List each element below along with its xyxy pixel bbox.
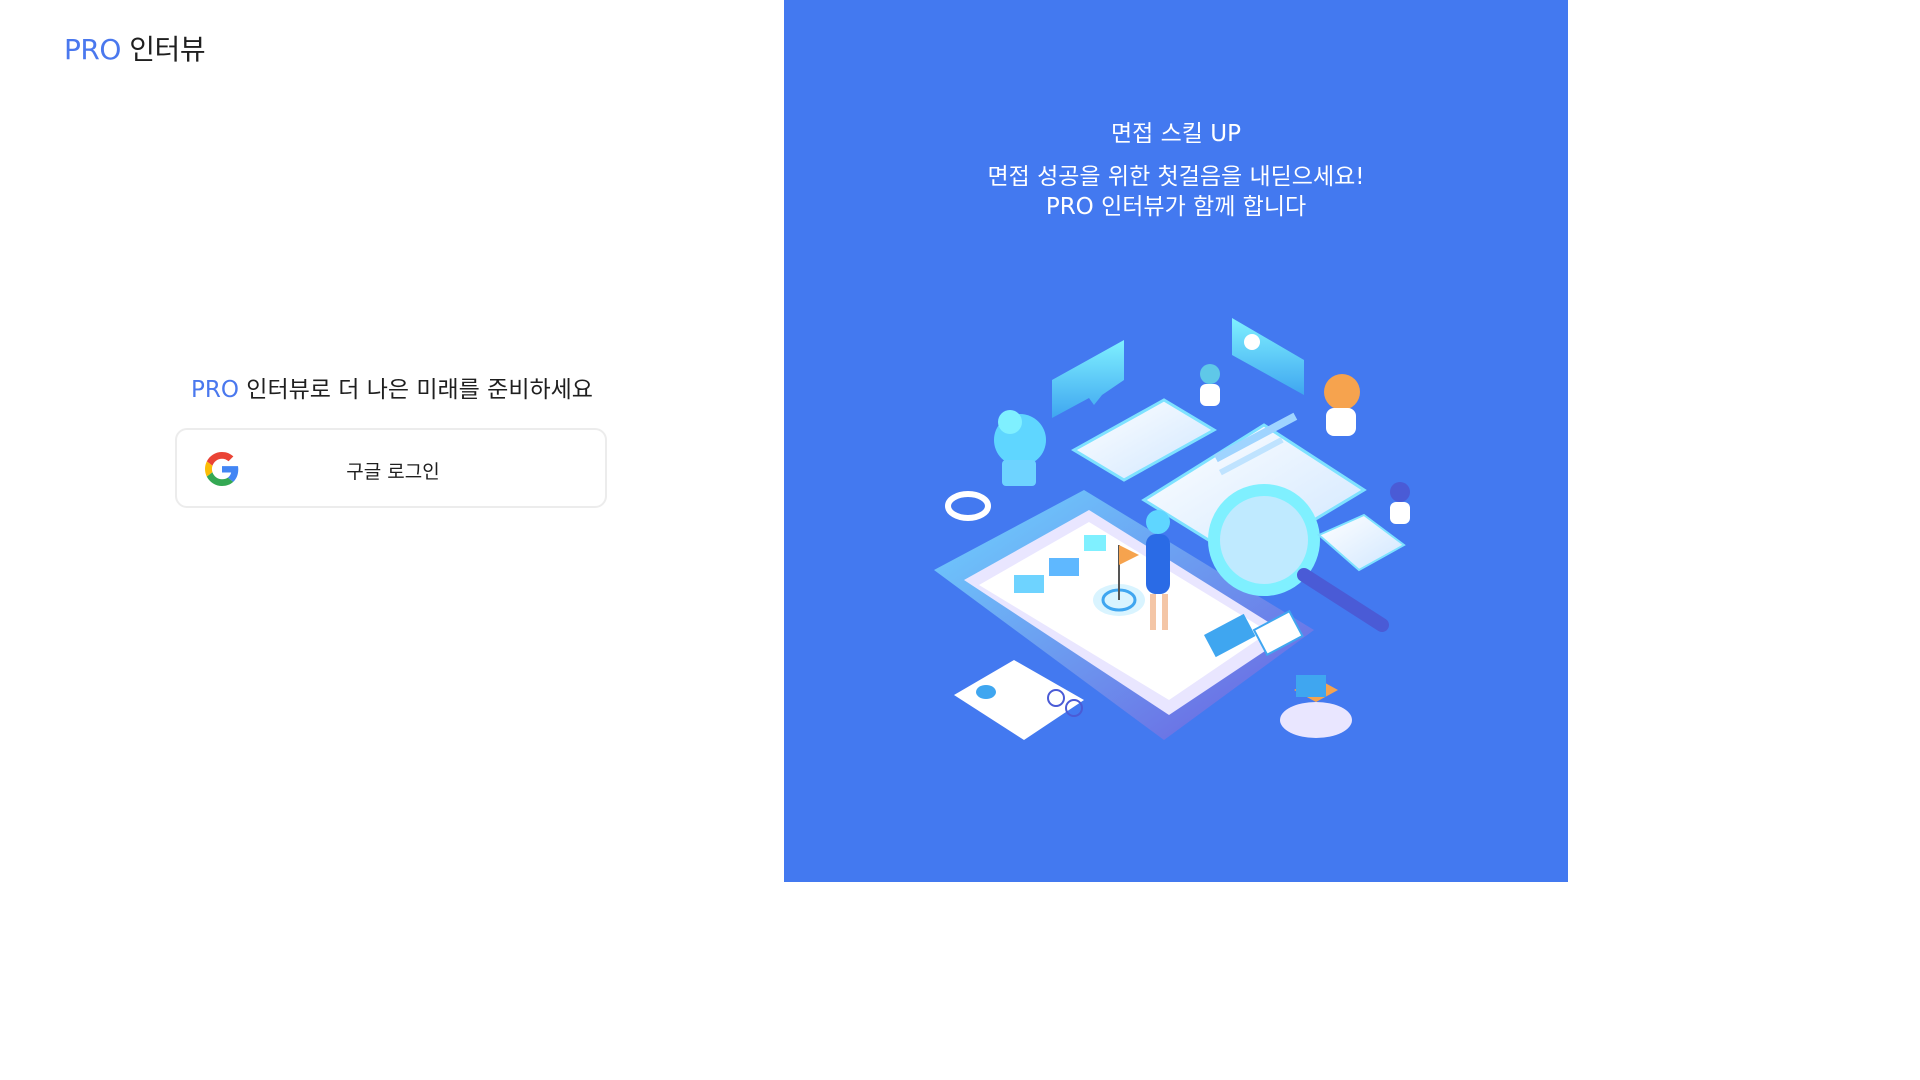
login-panel: PRO 인터뷰 PRO 인터뷰로 더 나은 미래를 준비하세요 구글 로그인 — [0, 0, 784, 882]
promo-line-2: PRO 인터뷰가 함께 합니다 — [1045, 194, 1307, 220]
promo-line-1: 면접 성공을 위한 첫걸음을 내딛으세요! — [987, 164, 1365, 190]
google-login-label: 구글 로그인 — [346, 461, 440, 483]
promo-title: 면접 스킬 UP — [1111, 121, 1241, 147]
isometric-interview-illustration — [934, 318, 1410, 740]
login-tagline: PRO 인터뷰로 더 나은 미래를 준비하세요 — [0, 370, 784, 404]
promo-subtitle: 면접 성공을 위한 첫걸음을 내딛으세요! PRO 인터뷰가 함께 합니다 — [784, 162, 1568, 222]
brand-logo[interactable]: PRO 인터뷰 — [64, 28, 206, 68]
tagline-text: 인터뷰로 더 나은 미래를 준비하세요 — [239, 377, 593, 403]
brand-logo-accent: PRO — [64, 33, 121, 66]
tagline-accent: PRO — [191, 377, 239, 403]
promo-panel: 면접 스킬 UP 면접 성공을 위한 첫걸음을 내딛으세요! PRO 인터뷰가 … — [784, 0, 1568, 882]
google-login-button[interactable]: 구글 로그인 — [175, 428, 607, 508]
brand-logo-name: 인터뷰 — [129, 33, 206, 66]
